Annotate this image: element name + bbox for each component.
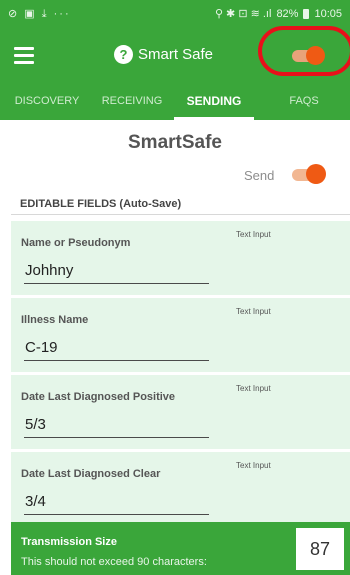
tab-receiving[interactable]: RECEIVING bbox=[92, 84, 172, 120]
field-type-hint: Text Input bbox=[236, 461, 271, 470]
app-power-toggle[interactable] bbox=[288, 46, 325, 65]
clock: 10:05 bbox=[314, 7, 342, 20]
toggle-thumb bbox=[306, 164, 326, 184]
field-type-hint: Text Input bbox=[236, 230, 271, 239]
field-label: Date Last Diagnosed Clear bbox=[21, 468, 161, 480]
app-bar: ? Smart Safe bbox=[0, 28, 350, 84]
field-card-name: Name or Pseudonym Text Input bbox=[11, 221, 350, 295]
field-label: Illness Name bbox=[21, 314, 89, 326]
notification-icons: ⊘ ▣ ⤓ ··· bbox=[8, 8, 71, 20]
help-icon[interactable]: ? bbox=[114, 45, 133, 64]
divider bbox=[11, 214, 350, 215]
date-positive-input[interactable] bbox=[24, 412, 209, 438]
system-status: ⚲ ✱ ⊡ ≋ .ıl 82% 10:05 bbox=[214, 7, 342, 21]
name-input[interactable] bbox=[24, 258, 209, 284]
status-bar: ⊘ ▣ ⤓ ··· ⚲ ✱ ⊡ ≋ .ıl 82% 10:05 bbox=[0, 0, 350, 28]
field-card-date-positive: Date Last Diagnosed Positive Text Input bbox=[11, 375, 350, 449]
hamburger-menu-icon[interactable] bbox=[14, 46, 34, 64]
illness-input[interactable] bbox=[24, 335, 209, 361]
tab-bar: DISCOVERY RECEIVING SENDING FAQS bbox=[0, 84, 350, 120]
tab-sending[interactable]: SENDING bbox=[174, 84, 254, 120]
signal-icons: ⚲ ✱ ⊡ ≋ .ıl bbox=[214, 8, 272, 20]
footer-subtitle: This should not exceed 90 characters: bbox=[21, 556, 207, 568]
battery-percent: 82% bbox=[276, 7, 299, 20]
page-title: SmartSafe bbox=[128, 132, 222, 153]
date-clear-input[interactable] bbox=[24, 489, 209, 515]
character-count: 87 bbox=[296, 528, 344, 570]
send-toggle[interactable] bbox=[290, 164, 326, 184]
field-label: Date Last Diagnosed Positive bbox=[21, 391, 176, 403]
app-title: Smart Safe bbox=[138, 46, 214, 63]
field-card-date-clear: Date Last Diagnosed Clear Text Input bbox=[11, 452, 350, 526]
toggle-thumb bbox=[306, 46, 325, 65]
tab-discovery[interactable]: DISCOVERY bbox=[4, 84, 90, 120]
tab-faqs[interactable]: FAQS bbox=[264, 84, 344, 120]
field-type-hint: Text Input bbox=[236, 384, 271, 393]
field-type-hint: Text Input bbox=[236, 307, 271, 316]
active-tab-indicator bbox=[174, 117, 254, 120]
field-card-illness: Illness Name Text Input bbox=[11, 298, 350, 372]
section-header: EDITABLE FIELDS (Auto-Save) bbox=[20, 198, 182, 210]
transmission-size-footer: Transmission Size This should not exceed… bbox=[11, 522, 350, 575]
field-label: Name or Pseudonym bbox=[21, 237, 131, 249]
footer-title: Transmission Size bbox=[21, 536, 117, 548]
send-label: Send bbox=[244, 168, 275, 183]
battery-icon bbox=[303, 8, 310, 19]
